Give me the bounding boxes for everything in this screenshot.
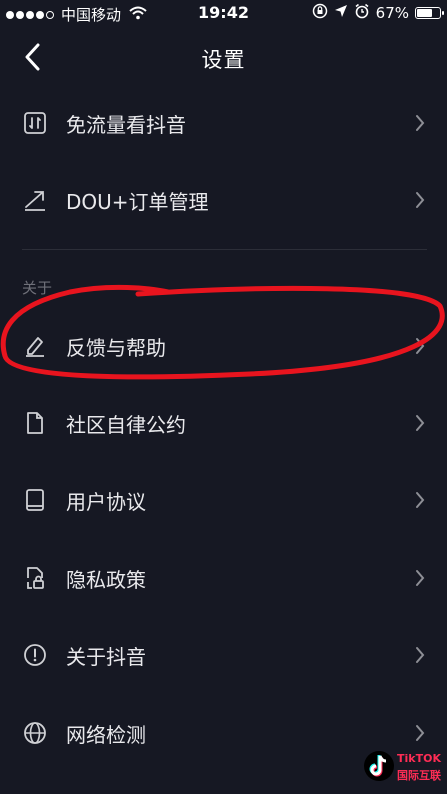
battery-percent: 67% [375,4,409,22]
document-icon [22,410,48,436]
book-icon [22,487,48,513]
watermark-line2: 国际互联 [397,769,441,782]
row-dou-orders[interactable]: DOU+订单管理 [0,170,447,230]
battery-icon [415,7,444,19]
row-label: 社区自律公约 [66,412,186,437]
trend-icon [22,187,48,213]
chevron-right-icon [413,336,427,356]
chevron-right-icon [413,568,427,588]
row-privacy-policy[interactable]: 隐私政策 [0,548,447,608]
status-right: 67% [312,3,444,23]
tiktok-watermark: TikTOK 国际互联 [363,744,443,788]
chevron-right-icon [413,190,427,210]
page-title: 设置 [201,48,246,72]
divider [22,249,427,250]
watermark-line1: TikTOK [397,752,441,765]
info-icon [22,642,48,668]
privacy-lock-icon [22,565,48,591]
free-data-icon [22,110,48,136]
section-header-about: 关于 [22,279,53,297]
row-feedback-help[interactable]: 反馈与帮助 [0,316,447,376]
row-label: DOU+订单管理 [66,189,209,214]
chevron-right-icon [413,113,427,133]
chevron-right-icon [413,723,427,743]
chevron-right-icon [413,490,427,510]
chevron-right-icon [413,413,427,433]
row-about-douyin[interactable]: 关于抖音 [0,625,447,685]
rotation-lock-icon [312,3,328,23]
row-user-agreement[interactable]: 用户协议 [0,470,447,530]
row-community-guidelines[interactable]: 社区自律公约 [0,393,447,453]
globe-icon [22,720,48,746]
row-label: 用户协议 [66,489,146,514]
row-label: 反馈与帮助 [66,335,166,360]
row-label: 网络检测 [66,722,146,747]
row-label: 关于抖音 [66,644,146,669]
row-label: 隐私政策 [66,567,146,592]
status-bar: 中国移动 19:42 67% [0,0,447,26]
pencil-icon [22,333,48,359]
row-label: 免流量看抖音 [66,112,186,137]
location-arrow-icon [334,4,348,22]
tiktok-logo-icon [364,751,394,781]
chevron-right-icon [413,645,427,665]
alarm-clock-icon [354,3,370,23]
nav-bar: 设置 [0,30,447,84]
row-free-data[interactable]: 免流量看抖音 [0,93,447,153]
